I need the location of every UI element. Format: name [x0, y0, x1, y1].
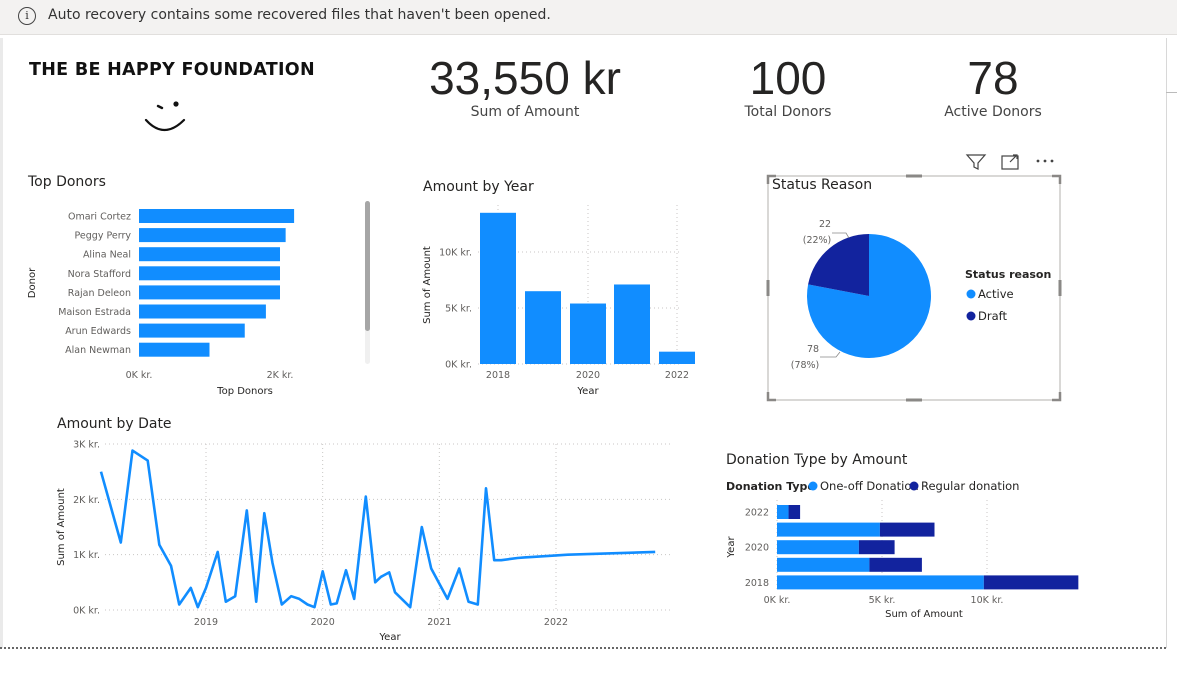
kpi-value: 100 [749, 52, 827, 104]
y-tick-label: 3K kr. [73, 440, 100, 451]
top-donor-bar [139, 285, 280, 300]
y-tick-label: 1K kr. [73, 550, 100, 561]
smiley-icon [144, 101, 186, 132]
x-tick-label: 2022 [665, 370, 689, 381]
canvas-left-edge [0, 38, 3, 648]
stack-bar-regular [983, 575, 1079, 590]
kpi-total-donors[interactable]: 100 Total Donors [708, 52, 868, 120]
stack-bar-one-off [777, 522, 880, 537]
kpi-label: Sum of Amount [470, 104, 580, 120]
y-axis-title: Sum of Amount [56, 488, 67, 566]
y-tick-label: 2018 [745, 578, 769, 589]
x-tick-label: 0K kr. [764, 595, 791, 606]
page-bottom-border [0, 647, 1166, 649]
top-donors-title: Top Donors [28, 174, 106, 190]
donor-label: Peggy Perry [75, 231, 132, 242]
y-tick-label: 2020 [745, 543, 769, 554]
donor-label: Nora Stafford [68, 269, 131, 280]
top-donor-bar [139, 304, 266, 319]
top-donors-scrollbar[interactable] [365, 201, 370, 364]
x-tick-label: 2019 [194, 617, 218, 628]
legend-item: Regular donation [921, 479, 1019, 493]
stack-bar-one-off [777, 575, 984, 590]
x-tick-label: 2020 [576, 370, 600, 381]
year-bar [480, 212, 516, 364]
x-tick-label: 0K kr. [126, 370, 153, 381]
y-tick-label: 10K kr. [439, 248, 472, 259]
x-axis-title: Year [378, 632, 401, 643]
kpi-active-donors[interactable]: 78 Active Donors [913, 52, 1073, 120]
kpi-sum-of-amount[interactable]: 33,550 kr Sum of Amount [405, 52, 645, 120]
stack-bar-one-off [777, 505, 789, 519]
legend-marker [909, 481, 919, 491]
amount-by-year-title: Amount by Year [423, 179, 534, 195]
stack-bar-regular [869, 557, 922, 572]
y-tick-label: 2K kr. [73, 495, 100, 506]
donation-type-title: Donation Type by Amount [726, 452, 908, 468]
donor-label: Omari Cortez [68, 212, 131, 223]
year-bar [570, 303, 606, 364]
visual-selection-frame [766, 174, 1062, 402]
x-axis-title: Sum of Amount [885, 609, 963, 620]
top-donor-bar [139, 228, 286, 243]
recovery-banner: i Auto recovery contains some recovered … [0, 0, 1177, 35]
scrollbar-thumb[interactable] [365, 201, 370, 331]
kpi-value: 33,550 kr [429, 52, 621, 104]
y-axis-title: Sum of Amount [422, 246, 433, 324]
stack-bar-regular [788, 505, 801, 519]
donor-label: Arun Edwards [65, 326, 131, 337]
donor-label: Alan Newman [65, 345, 131, 356]
x-tick-label: 10K kr. [971, 595, 1004, 606]
kpi-label: Total Donors [744, 104, 832, 120]
legend-marker [808, 481, 818, 491]
canvas-right-edge [1166, 38, 1167, 648]
focus-mode-icon[interactable] [1000, 153, 1022, 171]
report-title: THE BE HAPPY FOUNDATION [29, 60, 315, 80]
top-donor-bar [139, 209, 295, 223]
y-tick-label: 5K kr. [445, 304, 472, 315]
x-tick-label: 2022 [544, 617, 568, 628]
info-icon: i [18, 7, 36, 25]
stack-bar-regular [858, 540, 895, 555]
y-axis-title: Donor [27, 267, 38, 298]
x-tick-label: 2018 [486, 370, 510, 381]
amount-line-series [99, 449, 656, 609]
top-donor-bar [139, 342, 210, 357]
y-tick-label: 0K kr. [73, 606, 100, 617]
stack-bar-one-off [777, 540, 859, 555]
y-axis-title: Year [726, 536, 737, 559]
donor-label: Alina Neal [83, 250, 131, 261]
kpi-label: Active Donors [944, 104, 1042, 120]
page-nav-tick [1166, 92, 1177, 93]
x-axis-title: Top Donors [216, 386, 273, 397]
filter-icon[interactable] [965, 153, 987, 171]
top-donor-bar [139, 323, 245, 338]
amount-by-date-title: Amount by Date [57, 416, 172, 432]
y-tick-label: 0K kr. [445, 360, 472, 371]
stack-bar-one-off [777, 557, 870, 572]
x-axis-title: Year [576, 386, 599, 397]
top-donor-bar [139, 247, 280, 262]
top-donor-bar [139, 266, 280, 281]
kpi-value: 78 [967, 52, 1019, 104]
x-tick-label: 5K kr. [869, 595, 896, 606]
year-bar [525, 291, 561, 364]
donor-label: Rajan Deleon [68, 288, 131, 299]
year-bar [659, 351, 695, 364]
legend-title: Donation Type [726, 480, 815, 493]
year-bar [614, 284, 650, 364]
x-tick-label: 2K kr. [267, 370, 294, 381]
x-tick-label: 2020 [311, 617, 335, 628]
more-options-icon[interactable] [1034, 153, 1058, 171]
x-tick-label: 2021 [427, 617, 451, 628]
stack-bar-regular [879, 522, 935, 537]
donor-label: Maison Estrada [58, 307, 131, 318]
banner-message: Auto recovery contains some recovered fi… [48, 7, 551, 23]
legend-item: One-off Donation [820, 479, 919, 493]
y-tick-label: 2022 [745, 508, 769, 519]
